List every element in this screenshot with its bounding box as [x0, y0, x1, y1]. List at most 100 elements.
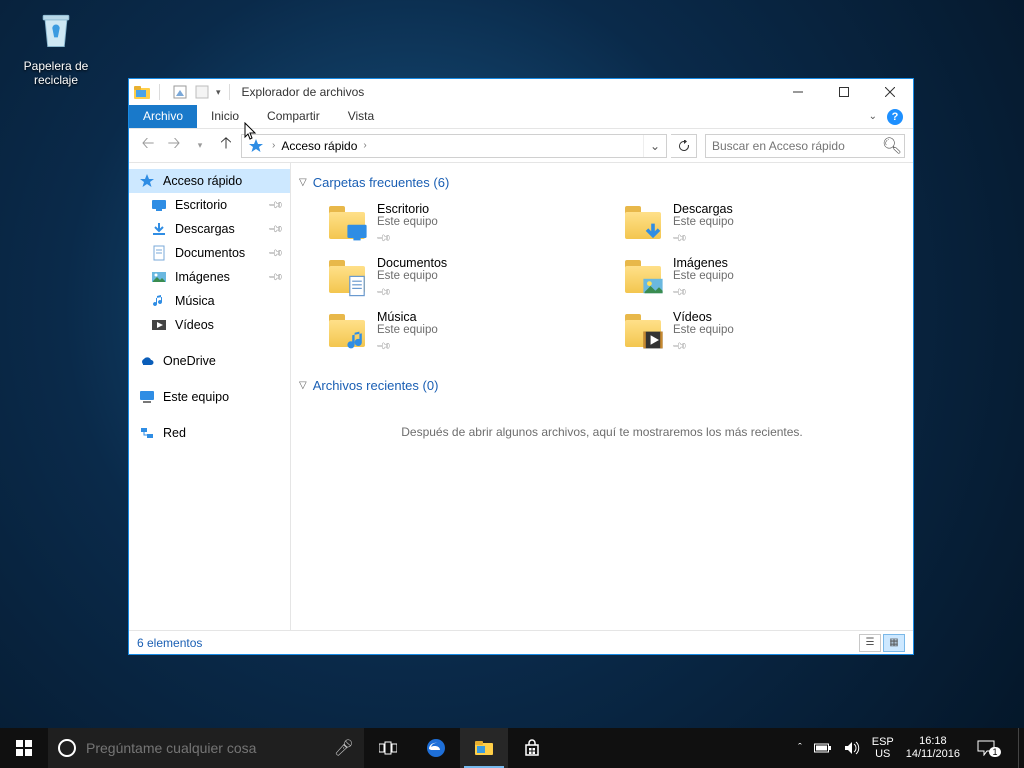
- pin-icon: 📌︎: [375, 230, 392, 247]
- network-icon: [139, 425, 155, 441]
- sidebar-item-music[interactable]: Música: [129, 289, 290, 313]
- folder-icon: [474, 739, 494, 757]
- ribbon-tab-share[interactable]: Compartir: [253, 105, 334, 128]
- nav-recent-dropdown[interactable]: ▾: [189, 135, 211, 157]
- search-box[interactable]: 🔍︎: [705, 134, 905, 158]
- sidebar-item-label: Vídeos: [175, 318, 214, 332]
- folder-tile[interactable]: Escritorio Este equipo 📌︎: [325, 200, 611, 248]
- group-header-recent[interactable]: ▽ Archivos recientes (0): [297, 374, 907, 403]
- titlebar[interactable]: ▾ Explorador de archivos: [129, 79, 913, 105]
- chevron-down-icon: ▽: [299, 380, 307, 391]
- sidebar-item-documents[interactable]: Documentos 📌︎: [129, 241, 290, 265]
- tile-location: Este equipo: [673, 216, 734, 228]
- lang-secondary: US: [872, 748, 894, 760]
- lang-primary: ESP: [872, 736, 894, 748]
- sidebar-quick-access[interactable]: Acceso rápido: [129, 169, 290, 193]
- folder-tile[interactable]: Vídeos Este equipo 📌︎: [621, 308, 907, 356]
- sidebar-item-label: Imágenes: [175, 270, 230, 284]
- battery-icon[interactable]: [814, 742, 832, 754]
- sidebar-item-videos[interactable]: Vídeos: [129, 313, 290, 337]
- qat-new-folder-icon[interactable]: [194, 84, 210, 100]
- help-button[interactable]: ?: [887, 109, 903, 125]
- document-icon: [151, 245, 167, 261]
- minimize-icon: [793, 87, 803, 97]
- sidebar-item-label: Red: [163, 426, 186, 440]
- language-indicator[interactable]: ESP US: [872, 736, 894, 760]
- breadcrumb-location[interactable]: Acceso rápido: [277, 139, 361, 153]
- nav-forward-button[interactable]: 🡢: [163, 135, 185, 157]
- tile-name: Documentos: [377, 256, 447, 270]
- desktop-icon-recycle-bin[interactable]: Papelera de reciclaje: [18, 8, 94, 87]
- group-header-frequent[interactable]: ▽ Carpetas frecuentes (6): [297, 171, 907, 200]
- folder-icon: [327, 202, 367, 242]
- taskbar-app-edge[interactable]: [412, 728, 460, 768]
- close-button[interactable]: [867, 79, 913, 105]
- volume-icon[interactable]: [844, 741, 860, 755]
- refresh-icon: [678, 140, 690, 152]
- tile-name: Música: [377, 310, 438, 324]
- ribbon-tab-view[interactable]: Vista: [334, 105, 388, 128]
- windows-logo-icon: [16, 740, 32, 756]
- show-desktop-button[interactable]: [1018, 728, 1024, 768]
- sidebar-item-label: Descargas: [175, 222, 235, 236]
- clock[interactable]: 16:18 14/11/2016: [906, 735, 960, 761]
- nav-up-button[interactable]: 🡡: [215, 135, 237, 157]
- sidebar-item-downloads[interactable]: Descargas 📌︎: [129, 217, 290, 241]
- folder-icon: [623, 310, 663, 350]
- cortana-icon: [58, 739, 76, 757]
- maximize-button[interactable]: [821, 79, 867, 105]
- pin-icon: 📌︎: [671, 230, 688, 247]
- ribbon-collapse-icon[interactable]: ⌄: [869, 111, 877, 122]
- tile-name: Descargas: [673, 202, 734, 216]
- sidebar-item-label: Documentos: [175, 246, 245, 260]
- chevron-right-icon[interactable]: ›: [270, 140, 277, 151]
- system-tray: ˆ ESP US 16:18 14/11/2016 1: [792, 728, 1018, 768]
- sidebar-item-label: OneDrive: [163, 354, 216, 368]
- microphone-icon[interactable]: 🎤︎: [334, 738, 354, 758]
- tile-location: Este equipo: [673, 270, 734, 282]
- nav-back-button[interactable]: 🡠: [137, 135, 159, 157]
- mouse-cursor-icon: [244, 122, 258, 142]
- sidebar-item-desktop[interactable]: Escritorio 📌︎: [129, 193, 290, 217]
- file-explorer-window: ▾ Explorador de archivos Archivo Inicio …: [128, 78, 914, 655]
- search-input[interactable]: [706, 139, 880, 153]
- sidebar-network[interactable]: Red: [129, 421, 290, 445]
- sidebar-item-pictures[interactable]: Imágenes 📌︎: [129, 265, 290, 289]
- tile-location: Este equipo: [377, 324, 438, 336]
- tray-overflow-icon[interactable]: ˆ: [798, 742, 802, 754]
- address-bar[interactable]: › Acceso rápido › ⌄: [241, 134, 667, 158]
- group-title: Carpetas frecuentes (6): [313, 175, 450, 190]
- pictures-icon: [151, 269, 167, 285]
- cortana-search[interactable]: 🎤︎: [48, 728, 364, 768]
- task-view-button[interactable]: [364, 728, 412, 768]
- chevron-right-icon[interactable]: ›: [361, 140, 368, 151]
- folder-tile[interactable]: Música Este equipo 📌︎: [325, 308, 611, 356]
- sidebar-this-pc[interactable]: Este equipo: [129, 385, 290, 409]
- folder-tile[interactable]: Descargas Este equipo 📌︎: [621, 200, 907, 248]
- qat-properties-icon[interactable]: [172, 84, 188, 100]
- cortana-input[interactable]: [86, 740, 324, 756]
- pin-icon: 📌︎: [375, 284, 392, 301]
- ribbon-tab-file[interactable]: Archivo: [129, 105, 197, 128]
- address-dropdown-icon[interactable]: ⌄: [643, 135, 666, 157]
- view-tiles-button[interactable]: ▦: [883, 634, 905, 652]
- start-button[interactable]: [0, 728, 48, 768]
- folder-tile[interactable]: Imágenes Este equipo 📌︎: [621, 254, 907, 302]
- clock-date: 14/11/2016: [906, 748, 960, 761]
- qat-dropdown-icon[interactable]: ▾: [216, 87, 221, 98]
- recent-empty-message: Después de abrir algunos archivos, aquí …: [297, 403, 907, 461]
- window-title: Explorador de archivos: [242, 85, 365, 99]
- minimize-button[interactable]: [775, 79, 821, 105]
- desktop-icon: [151, 197, 167, 213]
- sidebar-item-label: Acceso rápido: [163, 174, 242, 188]
- action-center-button[interactable]: 1: [972, 740, 1012, 756]
- taskbar-app-store[interactable]: [508, 728, 556, 768]
- desktop-icon-label: Papelera de reciclaje: [18, 59, 94, 87]
- view-details-button[interactable]: ☰: [859, 634, 881, 652]
- chevron-down-icon: ▽: [299, 177, 307, 188]
- refresh-button[interactable]: [671, 134, 697, 158]
- taskbar-app-explorer[interactable]: [460, 728, 508, 768]
- search-icon[interactable]: 🔍︎: [880, 136, 904, 156]
- folder-tile[interactable]: Documentos Este equipo 📌︎: [325, 254, 611, 302]
- sidebar-onedrive[interactable]: OneDrive: [129, 349, 290, 373]
